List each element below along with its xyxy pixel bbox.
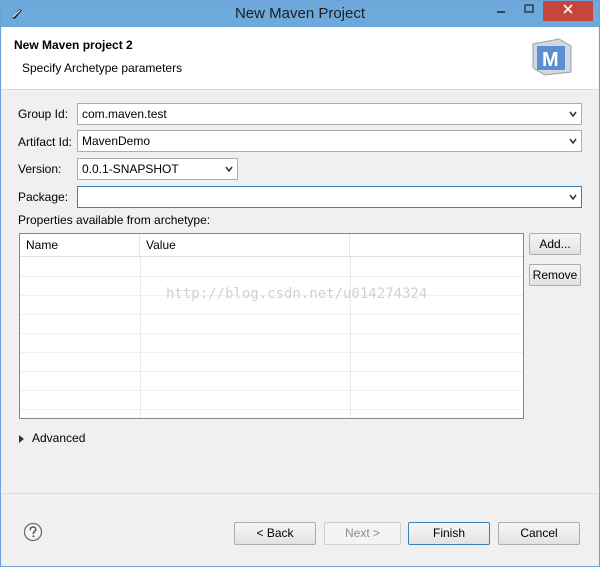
- version-label: Version:: [18, 162, 62, 176]
- chevron-down-icon[interactable]: [568, 109, 578, 119]
- column-header-name[interactable]: Name: [20, 234, 140, 256]
- title-bar[interactable]: New Maven Project: [1, 1, 599, 27]
- table-row: [20, 333, 523, 334]
- finish-button[interactable]: Finish: [408, 522, 490, 545]
- svg-text:M: M: [542, 49, 559, 71]
- chevron-down-icon[interactable]: [568, 136, 578, 146]
- wizard-header: New Maven project 2 Specify Archetype pa…: [2, 27, 598, 90]
- table-row: [20, 409, 523, 410]
- artifact-id-label: Artifact Id:: [18, 135, 73, 149]
- group-id-label: Group Id:: [18, 107, 69, 121]
- version-select[interactable]: 0.0.1-SNAPSHOT: [77, 158, 238, 180]
- table-row: [20, 390, 523, 391]
- close-button[interactable]: [543, 1, 593, 21]
- chevron-down-icon[interactable]: [224, 164, 234, 174]
- maximize-button[interactable]: [515, 1, 543, 21]
- dialog-window: New Maven Project New Maven project 2 Sp…: [0, 0, 600, 567]
- table-row: [20, 256, 523, 257]
- table-row: [20, 371, 523, 372]
- column-header-blank: [350, 234, 523, 256]
- column-divider: [350, 256, 351, 418]
- cancel-button[interactable]: Cancel: [498, 522, 580, 545]
- advanced-label: Advanced: [32, 431, 86, 445]
- close-icon: [563, 4, 573, 14]
- maximize-icon: [524, 4, 534, 13]
- package-label: Package:: [18, 190, 69, 204]
- help-icon[interactable]: [23, 522, 43, 542]
- maven-logo-icon: M: [532, 38, 572, 76]
- expand-triangle-icon[interactable]: [19, 434, 24, 443]
- add-property-button[interactable]: Add...: [529, 233, 581, 255]
- next-button[interactable]: Next >: [324, 522, 401, 545]
- column-divider: [140, 256, 141, 418]
- remove-property-button[interactable]: Remove: [529, 264, 581, 286]
- group-id-combo[interactable]: com.maven.test: [77, 103, 582, 125]
- back-button[interactable]: < Back: [234, 522, 316, 545]
- chevron-down-icon[interactable]: [568, 192, 578, 202]
- properties-table[interactable]: Name Value: [19, 233, 524, 419]
- properties-label: Properties available from archetype:: [18, 213, 211, 227]
- wizard-page-subtitle: Specify Archetype parameters: [22, 61, 183, 75]
- group-id-value: com.maven.test: [82, 107, 167, 121]
- artifact-id-value: MavenDemo: [82, 134, 151, 148]
- column-header-value[interactable]: Value: [140, 234, 350, 256]
- table-row: [20, 276, 523, 277]
- advanced-section-toggle[interactable]: Advanced: [19, 431, 85, 445]
- table-row: [20, 352, 523, 353]
- package-combo[interactable]: [77, 186, 582, 208]
- minimize-icon: [497, 11, 505, 13]
- table-row: [20, 314, 523, 315]
- minimize-button[interactable]: [487, 1, 515, 21]
- watermark-text: http://blog.csdn.net/u014274324: [166, 286, 428, 302]
- footer-separator: [2, 493, 598, 494]
- version-value: 0.0.1-SNAPSHOT: [82, 162, 179, 176]
- artifact-id-combo[interactable]: MavenDemo: [77, 130, 582, 152]
- wizard-page-title: New Maven project 2: [14, 38, 133, 52]
